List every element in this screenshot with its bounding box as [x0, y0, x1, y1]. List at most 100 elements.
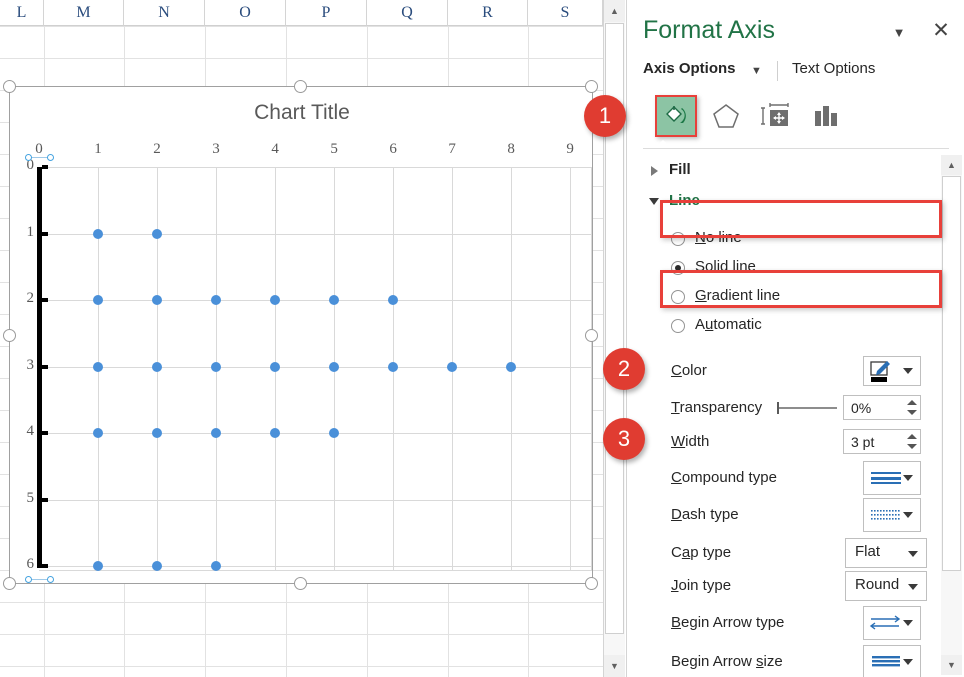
width-stepper-up-icon[interactable]	[907, 434, 917, 439]
close-icon[interactable]: ✕	[928, 18, 954, 44]
chart-gridline-horizontal	[39, 500, 592, 501]
radio-automatic[interactable]	[671, 319, 685, 333]
width-stepper[interactable]	[904, 429, 920, 454]
fill-line-icon[interactable]	[655, 95, 697, 137]
radio-no-line[interactable]	[671, 232, 685, 246]
chevron-down-icon[interactable]	[903, 659, 913, 665]
chart-resize-handle-ml[interactable]	[3, 329, 16, 342]
tab-axis-options[interactable]: Axis Options	[643, 60, 736, 77]
scatter-point[interactable]	[211, 362, 221, 372]
radio-label-gradient-line[interactable]: Gradient line	[695, 287, 780, 304]
width-stepper-down-icon[interactable]	[907, 444, 917, 449]
combo-cap-type[interactable]: Flat	[845, 538, 927, 568]
tab-text-options[interactable]: Text Options	[792, 60, 875, 77]
chevron-down-icon[interactable]: ▼	[751, 65, 762, 77]
column-header-l[interactable]: L	[0, 0, 44, 26]
scatter-point[interactable]	[329, 362, 339, 372]
chevron-down-icon[interactable]	[903, 512, 913, 518]
chart-gridline-horizontal	[39, 234, 592, 235]
chart-resize-handle-mr[interactable]	[585, 329, 598, 342]
format-axis-panel[interactable]: Format Axis ▼ ✕ Axis Options ▼ Text Opti…	[626, 0, 964, 677]
chart-resize-handle-bc[interactable]	[294, 577, 307, 590]
gallery-begin-arrow-size[interactable]	[863, 645, 921, 677]
column-header-m[interactable]: M	[44, 0, 124, 26]
combo-value: Round	[855, 576, 899, 593]
transparency-slider[interactable]	[777, 407, 837, 409]
gallery-begin-arrow-type[interactable]	[863, 606, 921, 640]
color-picker-button[interactable]	[863, 356, 921, 386]
transparency-slider-thumb[interactable]	[777, 402, 779, 414]
y-tick-mark	[42, 165, 48, 169]
gallery-compound-type[interactable]	[863, 461, 921, 495]
scatter-point[interactable]	[93, 362, 103, 372]
label-join-type: Join type	[671, 577, 731, 594]
chart-resize-handle-tr[interactable]	[585, 80, 598, 93]
panel-scroll-up-icon[interactable]: ▲	[941, 155, 962, 175]
scatter-point[interactable]	[270, 362, 280, 372]
y-tick-mark	[42, 564, 48, 568]
column-header-n[interactable]: N	[124, 0, 205, 26]
chevron-down-icon[interactable]	[903, 620, 913, 626]
axis-selection-handle-bl[interactable]	[25, 576, 32, 583]
radio-label-solid-line[interactable]: Solid line	[695, 258, 756, 275]
chart-title[interactable]: Chart Title	[10, 101, 594, 125]
combo-join-type[interactable]: Round	[845, 571, 927, 601]
panel-scroll-down-icon[interactable]: ▼	[941, 655, 962, 675]
chevron-down-icon[interactable]	[903, 475, 913, 481]
panel-scrollbar-thumb[interactable]	[942, 176, 961, 571]
chevron-down-icon[interactable]	[903, 368, 913, 374]
grid-line-horizontal	[0, 634, 603, 635]
radio-gradient-line[interactable]	[671, 290, 685, 304]
radio-label-no-line[interactable]: No line	[695, 229, 742, 246]
scatter-point[interactable]	[388, 362, 398, 372]
scatter-point[interactable]	[152, 229, 162, 239]
column-header-q[interactable]: Q	[367, 0, 448, 26]
panel-tab-row[interactable]: Axis Options ▼ Text Options	[643, 60, 953, 86]
scatter-point[interactable]	[447, 362, 457, 372]
chart-plot-area[interactable]	[39, 167, 592, 571]
transparency-stepper[interactable]	[904, 395, 920, 420]
transparency-stepper-down-icon[interactable]	[907, 410, 917, 415]
grid-line-horizontal	[0, 26, 603, 27]
chart-resize-handle-bl[interactable]	[3, 577, 16, 590]
radio-solid-line[interactable]	[671, 261, 685, 275]
section-fill[interactable]: Fill	[669, 161, 691, 178]
axis-selection-handle-tl[interactable]	[25, 154, 32, 161]
chart-resize-handle-tl[interactable]	[3, 80, 16, 93]
scatter-point[interactable]	[152, 362, 162, 372]
gallery-dash-type[interactable]	[863, 498, 921, 532]
radio-label-automatic[interactable]: Automatic	[695, 316, 762, 333]
size-properties-icon[interactable]	[755, 95, 797, 137]
transparency-stepper-up-icon[interactable]	[907, 400, 917, 405]
y-tick-label: 5	[14, 490, 34, 507]
column-header-o[interactable]: O	[205, 0, 286, 26]
column-header-s[interactable]: S	[528, 0, 603, 26]
expand-triangle-icon[interactable]	[651, 166, 658, 176]
chart-resize-handle-tc[interactable]	[294, 80, 307, 93]
panel-icon-tab-row[interactable]	[643, 95, 953, 141]
scroll-down-arrow-icon[interactable]: ▼	[604, 655, 625, 677]
collapse-triangle-icon[interactable]	[649, 198, 659, 205]
axis-selection-handle-tr[interactable]	[47, 154, 54, 161]
y-tick-label: 2	[14, 290, 34, 307]
chart-object[interactable]: Chart Title 0123456789 0123456	[9, 86, 593, 584]
axis-options-icon[interactable]	[805, 95, 847, 137]
chevron-down-icon[interactable]	[908, 584, 918, 590]
section-line[interactable]: Line	[669, 192, 700, 209]
chevron-down-icon[interactable]	[908, 551, 918, 557]
panel-options-area[interactable]: Fill Line No line Solid line Gradient line…	[627, 152, 964, 677]
chart-resize-handle-br[interactable]	[585, 577, 598, 590]
axis-selection-handle-br[interactable]	[47, 576, 54, 583]
scatter-point[interactable]	[93, 229, 103, 239]
y-tick-label: 6	[14, 556, 34, 573]
scroll-up-arrow-icon[interactable]: ▲	[604, 0, 625, 22]
label-dash-type: Dash type	[671, 506, 739, 523]
scatter-point[interactable]	[506, 362, 516, 372]
panel-vertical-scrollbar[interactable]: ▲ ▼	[941, 155, 962, 675]
grid-line-horizontal	[0, 58, 603, 59]
column-header-p[interactable]: P	[286, 0, 367, 26]
effects-icon[interactable]	[705, 95, 747, 137]
chevron-down-icon[interactable]: ▼	[888, 22, 910, 44]
column-header-r[interactable]: R	[448, 0, 528, 26]
chart-gridline-vertical	[570, 167, 571, 571]
